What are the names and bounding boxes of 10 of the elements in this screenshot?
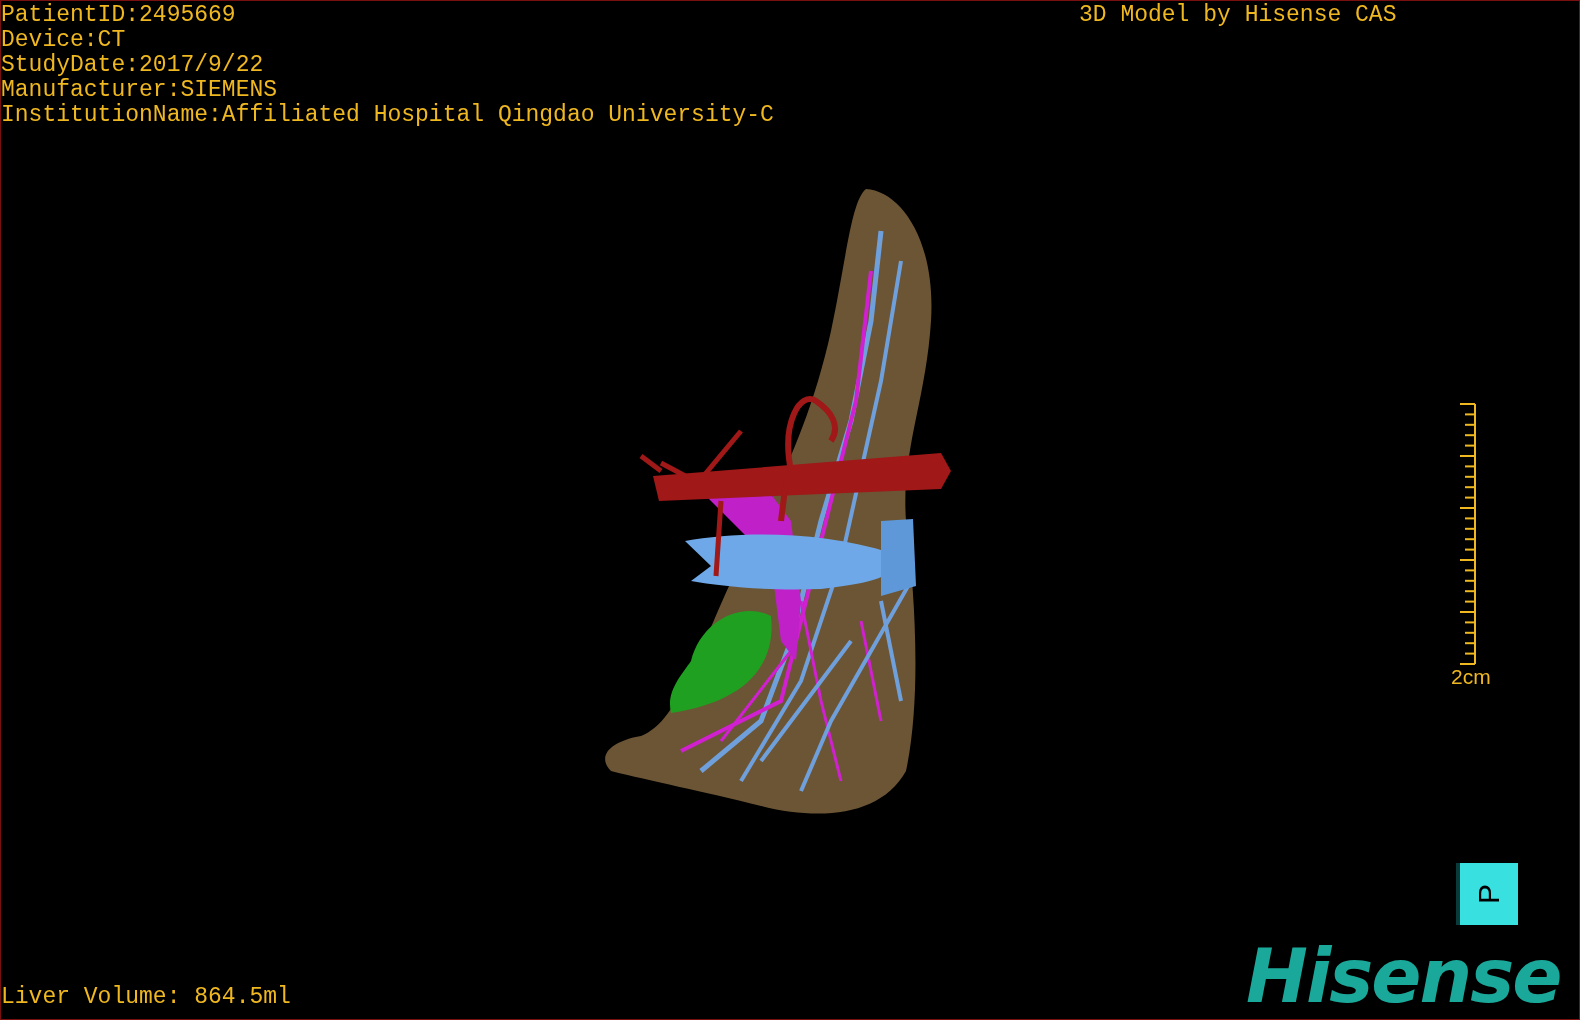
scale-bar-label: 2cm: [1451, 665, 1491, 689]
viewer-title: 3D Model by Hisense CAS: [1079, 3, 1397, 28]
info-line: StudyDate:2017/9/22: [1, 53, 265, 78]
orientation-cube[interactable]: P: [1456, 863, 1518, 925]
info-line: PatientID:2495669: [1, 3, 237, 28]
info-line: Manufacturer:SIEMENS: [1, 78, 279, 103]
liver-volume-label: Liver Volume: 864.5ml: [1, 985, 291, 1010]
hisense-logo: Hisense: [1246, 941, 1561, 1011]
info-line: InstitutionName:Affiliated Hospital Qingdao University-C: [1, 103, 774, 128]
info-line: Device:CT: [1, 28, 127, 53]
